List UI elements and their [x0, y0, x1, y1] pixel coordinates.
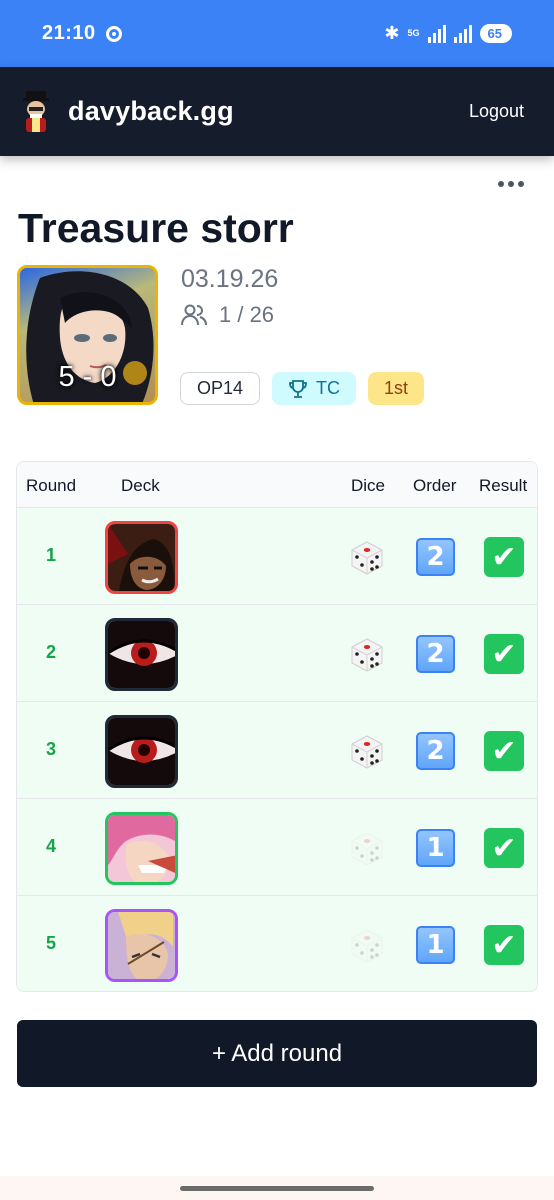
home-indicator[interactable]: [180, 1186, 374, 1191]
dice-icon: [348, 829, 386, 867]
type-badge-label: TC: [316, 378, 341, 398]
set-badge-label: OP14: [197, 378, 244, 398]
dice-icon: [348, 538, 386, 576]
event-title: Treasure storr: [18, 205, 294, 251]
deck-leader-image: [105, 618, 178, 691]
order-badge: 1: [416, 926, 455, 964]
dice-icon: [348, 926, 386, 964]
signal-icon: [427, 24, 446, 43]
win-check-icon: ✔: [484, 731, 524, 771]
header-dice: Dice: [351, 476, 386, 495]
event-date: 03.19.26: [181, 265, 279, 293]
win-check-icon: ✔: [484, 537, 524, 577]
table-body: 1 2 ✔ 2 2 ✔ 3 2 ✔ 4 1 ✔ 5 1 ✔: [17, 508, 537, 991]
status-icons: ✱ 5G 65: [384, 23, 512, 44]
placement-badge: 1st: [368, 372, 425, 405]
status-bar: 21:10 ✱ 5G 65: [0, 0, 554, 67]
add-round-button[interactable]: + Add round: [17, 1020, 537, 1087]
type-badge: TC: [272, 372, 357, 405]
table-row[interactable]: 4 1 ✔: [17, 799, 537, 896]
order-badge: 2: [416, 635, 455, 673]
status-time: 21:10: [42, 22, 96, 44]
rounds-table: Round Deck Dice Order Result 1 2 ✔ 2 2 ✔ 3 2 ✔ 4 1…: [16, 461, 538, 992]
event-badges: OP14 TC 1st: [180, 372, 425, 405]
table-row[interactable]: 2 2 ✔: [17, 605, 537, 702]
table-row[interactable]: 5 1 ✔: [17, 896, 537, 991]
deck-leader-image: [105, 715, 178, 788]
app-header: davyback.gg Logout: [0, 67, 554, 156]
event-players: 1 / 26: [181, 302, 274, 328]
header-result: Result: [479, 476, 528, 495]
deck-leader-image: [105, 909, 178, 982]
set-badge: OP14: [180, 372, 261, 405]
dice-icon: [348, 732, 386, 770]
header-round: Round: [26, 476, 77, 495]
win-check-icon: ✔: [484, 828, 524, 868]
logout-button[interactable]: Logout: [469, 101, 524, 122]
deck-leader-image: [105, 812, 178, 885]
players-count: 1 / 26: [219, 302, 275, 327]
deck-leader-image: [105, 521, 178, 594]
signal-icon: [453, 24, 472, 43]
trophy-icon: [289, 379, 307, 398]
header-order: Order: [413, 476, 457, 495]
brand-title[interactable]: davyback.gg: [68, 96, 234, 127]
event-leader-image: 5 - 0: [17, 265, 158, 405]
network-label: 5G: [407, 28, 420, 38]
sync-icon: [105, 25, 122, 42]
win-check-icon: ✔: [484, 634, 524, 674]
more-options-icon[interactable]: [496, 172, 526, 196]
table-row[interactable]: 3 2 ✔: [17, 702, 537, 799]
event-score: 5 - 0: [58, 361, 117, 393]
header-deck: Deck: [121, 476, 160, 495]
round-number: 5: [45, 933, 56, 953]
logo-icon[interactable]: [18, 87, 54, 137]
win-check-icon: ✔: [484, 925, 524, 965]
order-badge: 2: [416, 732, 455, 770]
order-badge: 2: [416, 538, 455, 576]
round-number: 4: [45, 836, 56, 856]
table-row[interactable]: 1 2 ✔: [17, 508, 537, 605]
users-icon: [181, 304, 207, 326]
round-number: 2: [45, 642, 56, 662]
table-header: Round Deck Dice Order Result: [17, 462, 537, 508]
round-number: 3: [45, 739, 56, 759]
order-badge: 1: [416, 829, 455, 867]
placement-badge-label: 1st: [384, 378, 409, 398]
round-number: 1: [45, 545, 56, 565]
battery-icon: 65: [479, 24, 512, 43]
dice-icon: [348, 635, 386, 673]
bluetooth-icon: ✱: [384, 23, 400, 43]
